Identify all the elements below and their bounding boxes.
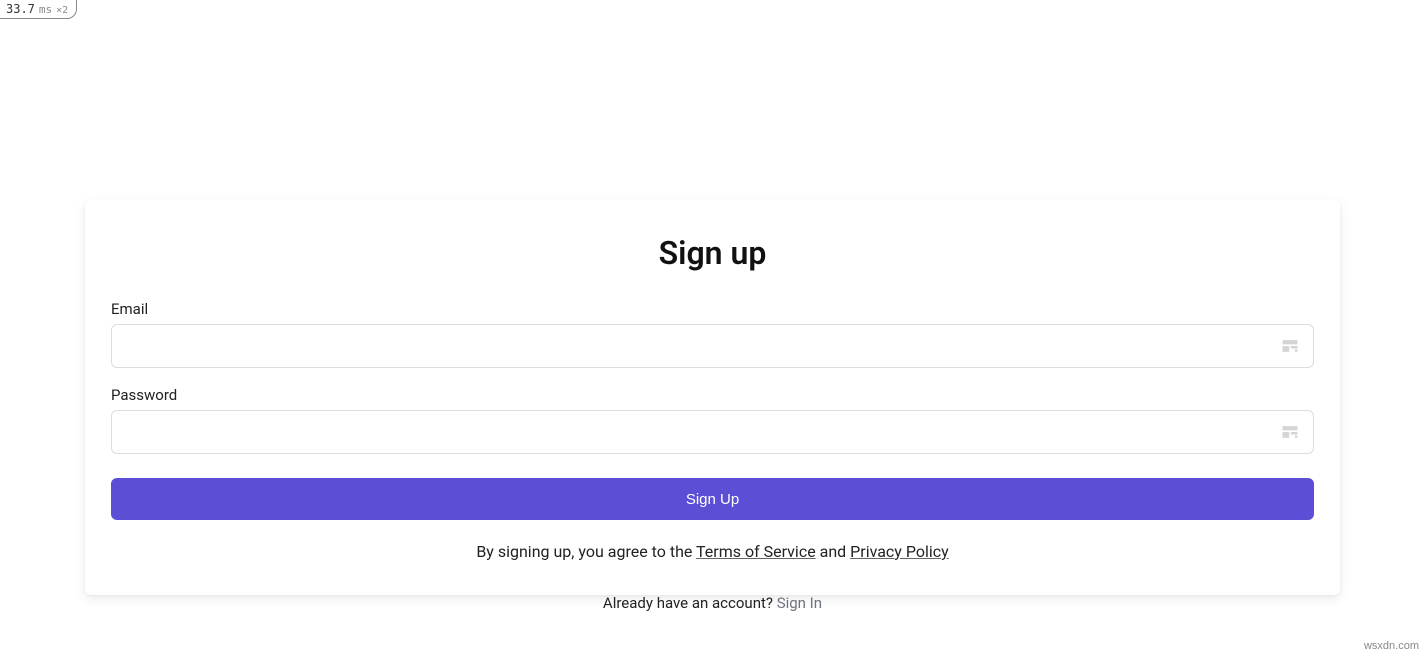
perf-unit: ms [39,3,52,16]
page-title: Sign up [111,234,1314,272]
watermark: wsxdn.com [1364,640,1419,652]
password-label: Password [111,386,1314,404]
signin-prompt: Already have an account? [603,594,777,612]
agree-text: By signing up, you agree to the Terms of… [111,542,1314,561]
perf-badge: 33.7 ms ×2 [0,0,77,19]
password-group: Password [111,386,1314,454]
autofill-icon [1280,336,1300,356]
email-label: Email [111,300,1314,318]
signin-row: Already have an account? Sign In [0,594,1425,612]
privacy-link[interactable]: Privacy Policy [850,542,949,561]
tos-link[interactable]: Terms of Service [696,542,816,561]
password-input-wrap [111,410,1314,454]
perf-value: 33.7 [6,2,35,16]
email-input-wrap [111,324,1314,368]
perf-mult: ×2 [56,5,68,16]
email-input[interactable] [111,324,1314,368]
signin-link[interactable]: Sign In [777,594,822,612]
agree-prefix: By signing up, you agree to the [476,542,696,561]
autofill-icon [1280,422,1300,442]
agree-joiner: and [816,542,851,561]
email-group: Email [111,300,1314,368]
signup-button[interactable]: Sign Up [111,478,1314,520]
password-input[interactable] [111,410,1314,454]
signup-card: Sign up Email Password Sign Up By signin… [85,200,1340,595]
